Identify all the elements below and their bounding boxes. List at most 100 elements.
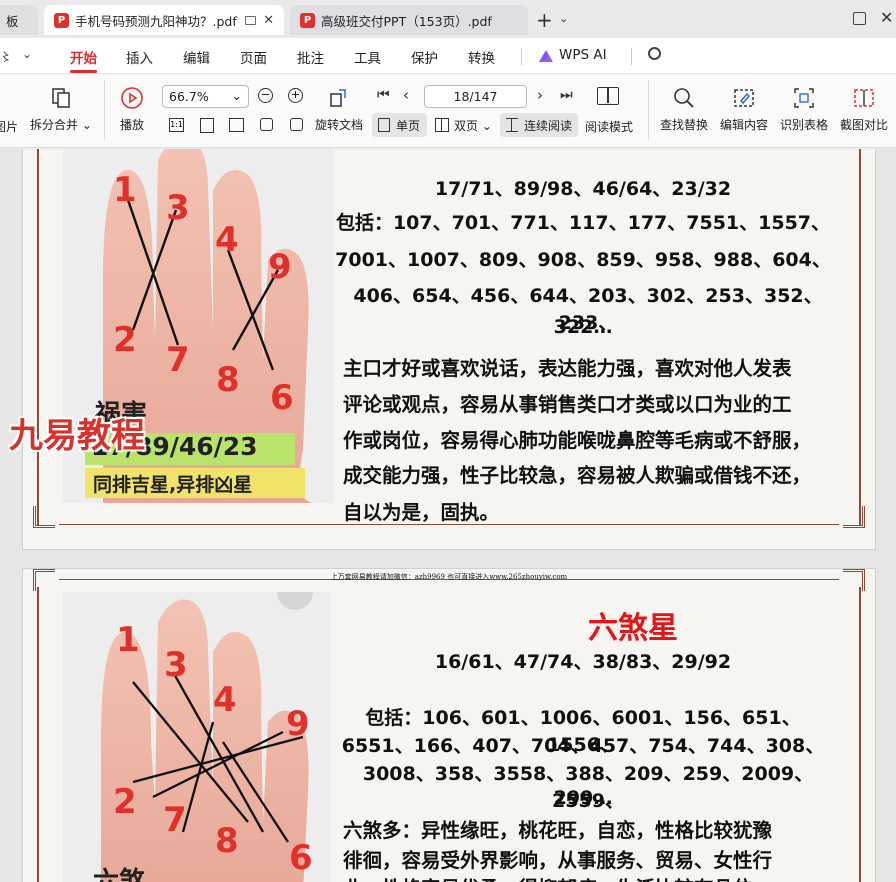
restore-window-icon[interactable] (853, 12, 866, 25)
menu-page[interactable]: 页面 (240, 47, 267, 67)
double-page-button[interactable]: 双页 ⌄ (454, 117, 492, 134)
toolbar-separator (648, 80, 649, 140)
description-line: 自以为是，固执。 (343, 501, 500, 524)
finger-number: 3 (164, 645, 188, 685)
zoom-select[interactable]: 66.7% ⌄ (162, 85, 249, 108)
read-book-icon[interactable] (597, 87, 619, 105)
find-replace-button[interactable]: 查找替换 (660, 86, 708, 133)
rotate-right-icon[interactable] (290, 118, 303, 131)
single-page-button[interactable]: 单页 (396, 117, 420, 134)
finger-number: 8 (215, 821, 239, 861)
number-pairs: 16/61、47/74、38/83、29/92 (434, 651, 732, 673)
partial-image-button[interactable]: 图片 (0, 118, 18, 135)
finger-number: 7 (163, 800, 187, 840)
play-button[interactable]: 播放 (120, 86, 144, 133)
next-page-icon[interactable]: › (537, 86, 543, 104)
close-tab-icon[interactable]: ✕ (263, 13, 274, 28)
description-line: 六煞多：异性缘旺，桃花旺，自恋，性格比较犹豫 (343, 819, 773, 842)
finger-number: 4 (215, 220, 239, 260)
menu-edit[interactable]: 编辑 (183, 47, 210, 67)
finger-number: 2 (113, 320, 137, 360)
finger-number: 9 (268, 247, 292, 287)
pdf-icon: P (300, 12, 315, 28)
play-icon (121, 87, 143, 109)
include-line: 6551、166、407、704、457、754、744、308、 (341, 735, 825, 757)
tab-list-chevron-icon[interactable]: ⌄ (559, 12, 568, 25)
active-menu-indicator (70, 70, 97, 73)
recognize-table-button[interactable]: 识别表格 (780, 86, 828, 133)
include-line: 包括：107、701、771、117、177、7551、1557、 (335, 212, 831, 234)
zoom-out-icon[interactable]: − (258, 88, 273, 103)
finger-number: 1 (113, 170, 137, 210)
single-page-icon (378, 118, 390, 132)
search-icon[interactable] (648, 47, 661, 60)
description-line: 评论或观点，容易从事销售类口才类或以口为业的工 (343, 393, 792, 416)
menu-annotate[interactable]: 批注 (297, 47, 324, 67)
wps-ai-logo-icon (539, 50, 553, 62)
new-tab-button[interactable]: + (536, 8, 553, 32)
actual-size-icon[interactable]: 1:1 (169, 118, 184, 132)
chevron-down-icon: ⌄ (231, 88, 242, 103)
play-label: 播放 (120, 118, 145, 132)
dropdown-chevron-icon[interactable]: ⌄ (22, 47, 32, 61)
screenshot-compare-button[interactable]: 截图对比 (840, 86, 888, 133)
pdf-icon: P (54, 12, 69, 28)
zoom-value: 66.7% (169, 89, 209, 104)
zoom-in-icon[interactable]: + (288, 88, 303, 103)
quick-access-icon[interactable]: 〻 (0, 48, 12, 65)
tab-active-document[interactable]: P 手机号码预测九阳神功？.pdf ✕ (44, 5, 284, 35)
tab-label: 高级班交付PPT（153页）.pdf (321, 13, 492, 29)
read-mode-button[interactable]: 阅读模式 (585, 118, 633, 135)
toolbar: 图片 拆分合并 ⌄ 播放 66.7% ⌄ − + 1:1 旋转文档 ⏮ ‹ 18/… (0, 74, 896, 148)
document-viewport[interactable]: 1 3 4 9 2 7 8 6 祸害 17/89/46/23 同排吉星,异排凶星… (0, 149, 896, 882)
edit-content-button[interactable]: 编辑内容 (720, 86, 768, 133)
tab-partial[interactable]: 板 (0, 5, 38, 35)
hand-caption-note: 同排吉星,异排凶星 (93, 474, 253, 496)
hand-caption-title: 六煞 (93, 867, 146, 882)
description-line: 业，性格容易优柔，得抑郁症，生活比较有品位 (343, 872, 753, 882)
continuous-read-button[interactable]: 连续阅读 (524, 117, 572, 134)
description-line: 主口才好或喜欢说话，表达能力强，喜欢对他人发表 (343, 357, 792, 380)
watermark-logo: 九易教程 (9, 416, 145, 456)
rotate-document-icon (330, 89, 346, 107)
ornament-corner (33, 506, 55, 528)
rotate-document-label: 旋转文档 (315, 118, 364, 132)
rotate-left-icon[interactable] (260, 118, 273, 131)
finger-number: 3 (166, 188, 190, 228)
finger-number: 1 (116, 620, 140, 660)
tab-document[interactable]: P 高级班交付PPT（153页）.pdf (290, 5, 528, 35)
menu-wps-ai[interactable]: WPS AI (559, 47, 607, 63)
section-title: 六煞星 (588, 611, 678, 646)
menu-insert[interactable]: 插入 (126, 47, 153, 67)
fit-page-icon[interactable] (200, 118, 214, 133)
split-merge-label: 拆分合并 ⌄ (30, 118, 92, 132)
menu-tools[interactable]: 工具 (354, 47, 381, 67)
first-page-icon[interactable]: ⏮ (377, 87, 390, 103)
menu-bar: 〻 ⌄ 开始 插入 编辑 页面 批注 工具 保护 转换 WPS AI (0, 38, 896, 74)
magnifier-icon (674, 88, 694, 108)
split-merge-icon (52, 88, 70, 108)
finger-number: 9 (286, 704, 310, 744)
page-number-input[interactable]: 18/147 (424, 85, 527, 108)
ornament-corner (843, 506, 865, 528)
continuous-read-icon (506, 118, 518, 132)
prev-page-icon[interactable]: ‹ (403, 86, 409, 104)
finger-number: 6 (270, 378, 294, 418)
rotate-document-button[interactable]: 旋转文档 (315, 86, 363, 133)
menu-separator (521, 48, 522, 65)
fit-width-icon[interactable] (229, 118, 244, 132)
monitor-icon[interactable] (245, 15, 256, 25)
pdf-page: 上万套网易教程请加微信：azh9969 也可直接进入www.265zhouyiw… (22, 568, 876, 882)
menu-convert[interactable]: 转换 (468, 47, 495, 67)
menu-home[interactable]: 开始 (70, 47, 97, 67)
description-line: 作或岗位，容易得心肺功能喉咙鼻腔等毛病或不舒服， (343, 429, 812, 452)
include-line: 299… (553, 787, 613, 809)
tab-label: 板 (6, 13, 19, 29)
split-merge-button[interactable]: 拆分合并 ⌄ (30, 86, 92, 133)
include-line: 322… (553, 316, 613, 338)
pdf-page: 1 3 4 9 2 7 8 6 祸害 17/89/46/23 同排吉星,异排凶星… (9, 149, 876, 550)
last-page-icon[interactable]: ⏭ (560, 87, 573, 103)
description-line: 成交能力强，性子比较急，容易被人欺骗或借钱不还， (343, 464, 812, 487)
close-window-icon[interactable]: ✕ (880, 8, 893, 27)
menu-protect[interactable]: 保护 (411, 47, 438, 67)
